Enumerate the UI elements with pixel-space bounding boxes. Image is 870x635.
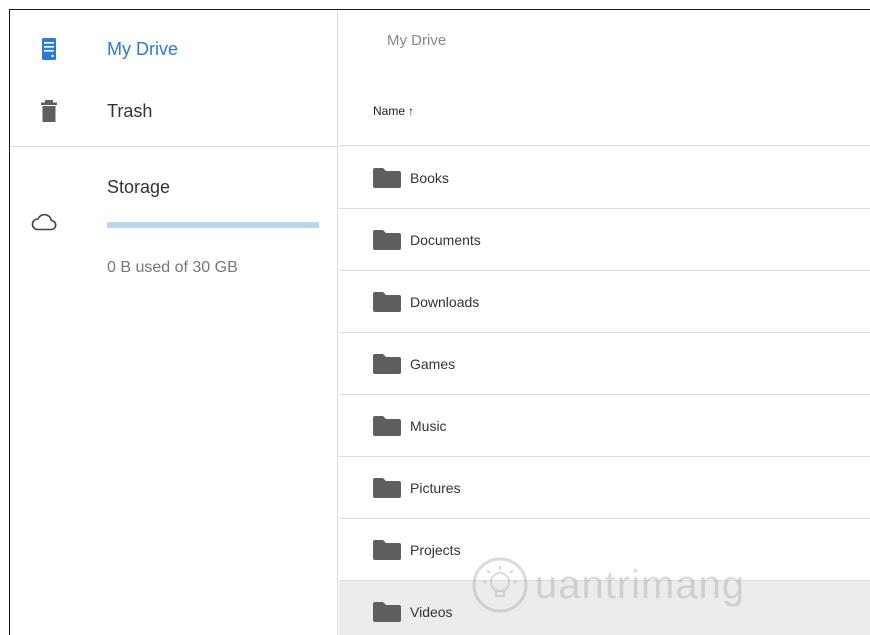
file-row-documents[interactable]: Documents [339,209,870,271]
folder-icon [373,601,401,622]
folder-icon [373,539,401,560]
folder-icon [373,477,401,498]
sidebar-item-label: Trash [107,100,153,121]
storage-usage-bar [107,222,319,228]
file-row-downloads[interactable]: Downloads [339,271,870,333]
file-row-music[interactable]: Music [339,395,870,457]
sidebar-divider [10,146,338,147]
folder-icon [373,167,401,188]
sidebar: My Drive Trash Storage 0 B used of 30 GB [10,10,338,635]
folder-icon [373,415,401,436]
file-name: Music [410,417,447,434]
app-window: My Drive Trash Storage 0 B used of 30 GB [9,9,870,635]
file-name: Downloads [410,293,480,310]
drive-icon [40,37,58,61]
trash-icon [40,99,58,123]
breadcrumb[interactable]: My Drive [387,32,446,49]
file-name: Games [410,355,456,372]
file-name: Videos [410,603,453,620]
storage-title: Storage [107,177,171,197]
sidebar-item-label: My Drive [107,38,178,59]
storage-usage-text: 0 B used of 30 GB [107,259,238,276]
column-name-label: Name [373,104,406,118]
file-name: Pictures [410,479,461,496]
folder-icon [373,229,401,250]
file-row-projects[interactable]: Projects [339,519,870,581]
file-row-pictures[interactable]: Pictures [339,457,870,519]
file-row-games[interactable]: Games [339,333,870,395]
folder-icon [373,291,401,312]
arrow-up-icon: ↑ [408,104,415,118]
file-row-videos[interactable]: Videos [339,581,870,635]
sidebar-item-my-drive[interactable]: My Drive [10,18,338,80]
folder-icon [373,353,401,374]
sidebar-item-trash[interactable]: Trash [10,80,338,142]
column-header: Name ↑ [339,80,870,146]
file-row-books[interactable]: Books [339,147,870,209]
file-browser: My Drive Name ↑ Books Documents Download… [339,10,870,635]
file-name: Documents [410,231,481,248]
cloud-icon [31,212,57,232]
file-list: Books Documents Downloads Games Music Pi… [339,147,870,635]
sort-by-name-button[interactable]: Name ↑ [373,104,414,118]
file-name: Projects [410,541,461,558]
file-name: Books [410,169,449,186]
